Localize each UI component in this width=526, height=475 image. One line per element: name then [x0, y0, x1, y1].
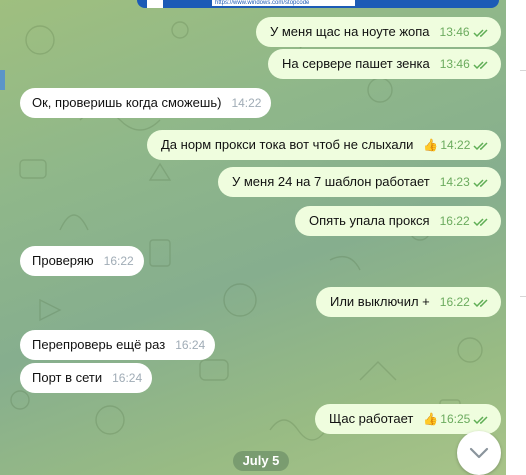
double-check-icon: [473, 29, 488, 37]
message-time: 13:46: [439, 57, 470, 71]
message-time: 16:22: [439, 214, 470, 228]
message-meta: 14:23: [440, 167, 491, 197]
double-check-icon: [473, 416, 488, 424]
message-time: 14:23: [439, 175, 470, 189]
outgoing-message[interactable]: На сервере пашет зенка 13:46: [268, 49, 501, 79]
message-text: Проверяю: [32, 253, 94, 268]
message-time: 14:22: [440, 138, 471, 152]
message-text: У меня 24 на 7 шаблон работает: [232, 174, 430, 189]
message-meta: 16:22: [440, 287, 491, 317]
incoming-message[interactable]: Ок, проверишь когда сможешь) 14:22: [20, 88, 272, 118]
message-time: 13:46: [439, 25, 470, 39]
message-meta: 16:24: [112, 363, 142, 393]
chevron-down-icon: [469, 447, 489, 459]
incoming-message[interactable]: Перепроверь ещё раз 16:24: [20, 330, 216, 360]
date-separator: July 5: [233, 451, 289, 471]
message-meta: 👍 16:25: [423, 404, 491, 434]
message-time: 16:24: [112, 371, 143, 385]
message-meta: 13:46: [440, 17, 491, 47]
message-text: На сервере пашет зенка: [282, 56, 430, 71]
outgoing-message[interactable]: У меня 24 на 7 шаблон работает 14:23: [218, 167, 501, 197]
scroll-to-bottom-button[interactable]: [457, 431, 501, 475]
thumbs-up-icon[interactable]: 👍: [423, 130, 438, 160]
preview-url-text: https://www.windows.com/stopcode: [212, 0, 355, 6]
double-check-icon: [473, 218, 488, 226]
message-meta: 16:24: [175, 330, 205, 360]
outgoing-message[interactable]: Щас работает 👍 16:25: [315, 404, 502, 434]
qr-code-image: [147, 0, 163, 8]
incoming-message[interactable]: Порт в сети 16:24: [20, 363, 153, 393]
message-meta: 16:22: [104, 246, 134, 276]
window-edge: [506, 0, 526, 475]
message-text: Да норм прокси тока вот чтоб не слыхали: [161, 137, 414, 152]
chat-background: https://www.windows.com/stopcode У меня …: [0, 0, 526, 475]
message-text: Порт в сети: [32, 370, 103, 385]
message-text: У меня щас на ноуте жопа: [270, 24, 430, 39]
message-meta: 👍 14:22: [423, 130, 491, 160]
double-check-icon: [473, 299, 488, 307]
double-check-icon: [473, 179, 488, 187]
message-meta: 13:46: [440, 49, 491, 79]
message-meta: 14:22: [231, 88, 261, 118]
message-text: Щас работает: [329, 411, 414, 426]
message-time: 16:24: [175, 338, 206, 352]
double-check-icon: [473, 142, 488, 150]
outgoing-message[interactable]: Да норм прокси тока вот чтоб не слыхали 👍…: [147, 130, 502, 160]
message-time: 14:22: [231, 96, 262, 110]
sidebar-edge: [0, 70, 5, 90]
incoming-message[interactable]: Проверяю 16:22: [20, 246, 144, 276]
message-meta: 16:22: [440, 206, 491, 236]
outgoing-message[interactable]: Или выключил + 16:22: [316, 287, 501, 317]
message-text: Перепроверь ещё раз: [32, 337, 166, 352]
message-text: Или выключил +: [330, 294, 430, 309]
message-text: Опять упала прокся: [309, 213, 430, 228]
outgoing-message[interactable]: У меня щас на ноуте жопа 13:46: [256, 17, 501, 47]
message-time: 16:25: [440, 412, 471, 426]
double-check-icon: [473, 61, 488, 69]
message-time: 16:22: [439, 295, 470, 309]
thumbs-up-icon[interactable]: 👍: [423, 404, 438, 434]
outgoing-message[interactable]: Опять упала прокся 16:22: [295, 206, 501, 236]
message-text: Ок, проверишь когда сможешь): [32, 95, 222, 110]
image-preview-bottom[interactable]: https://www.windows.com/stopcode: [137, 0, 499, 8]
message-time: 16:22: [103, 254, 134, 268]
